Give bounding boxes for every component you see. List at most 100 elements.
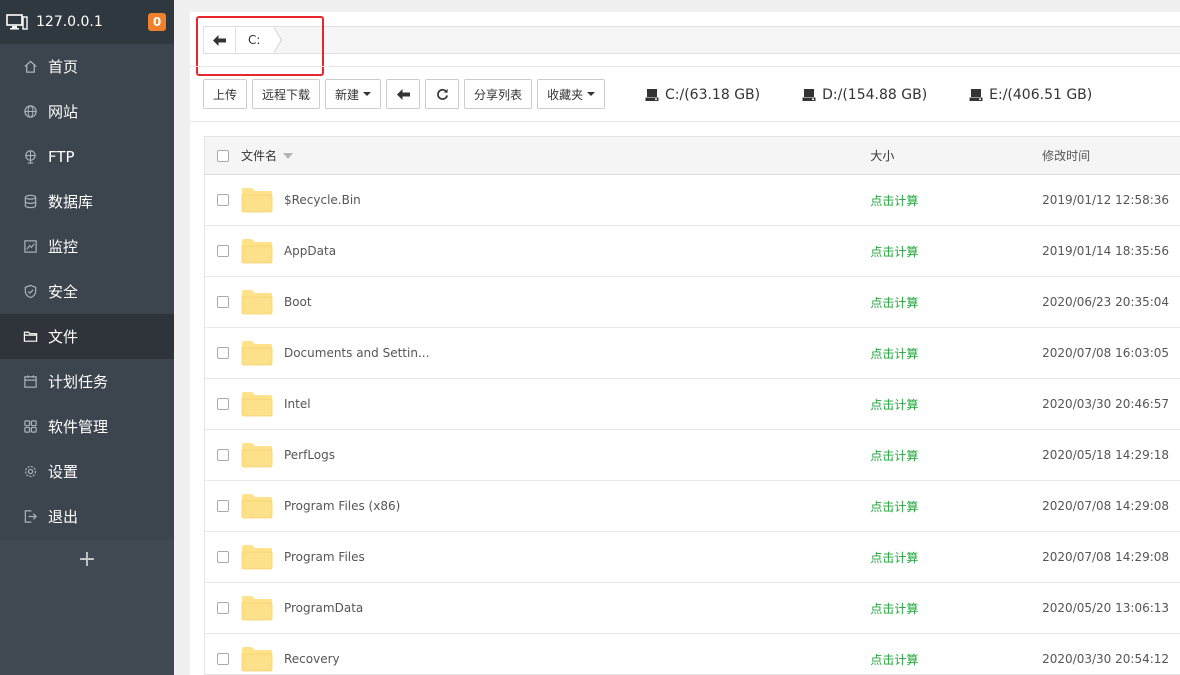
file-name-link[interactable]: Program Files (x86): [284, 499, 400, 513]
arrow-left-icon: [396, 88, 410, 100]
row-checkbox-cell: [205, 602, 241, 614]
table-row[interactable]: Boot 点击计算 2020/06/23 20:35:04: [205, 277, 1180, 328]
remote-download-button[interactable]: 远程下载: [252, 79, 321, 109]
sidebar-item-label: 计划任务: [48, 373, 109, 391]
row-checkbox[interactable]: [216, 194, 229, 206]
row-checkbox-cell: [205, 500, 241, 512]
file-table: 文件名 大小 修改时间 $Recycle.Bin 点击计算 2019/01/12 1…: [204, 136, 1180, 675]
row-checkbox[interactable]: [216, 551, 229, 563]
sidebar-item[interactable]: FTP: [0, 134, 174, 179]
calculate-size-link[interactable]: 点击计算: [870, 653, 918, 667]
calculate-size-link[interactable]: 点击计算: [870, 602, 918, 616]
disk-item[interactable]: E:/(406.51 GB): [969, 87, 1092, 103]
table-row[interactable]: Recovery 点击计算 2020/03/30 20:54:12: [205, 634, 1180, 674]
row-checkbox[interactable]: [216, 449, 229, 461]
folder-icon: [241, 341, 273, 366]
disk-label: C:/(63.18 GB): [665, 87, 761, 103]
modified-time-cell: 2020/07/08 14:29:08: [1042, 550, 1170, 564]
sidebar-item[interactable]: 退出: [0, 494, 174, 539]
row-checkbox[interactable]: [216, 602, 229, 614]
name-cell: Recovery: [241, 646, 870, 672]
row-checkbox[interactable]: [216, 500, 229, 512]
select-all-checkbox[interactable]: [216, 149, 229, 162]
table-row[interactable]: AppData 点击计算 2019/01/14 18:35:56: [205, 226, 1180, 277]
folder-icon: [241, 545, 273, 570]
table-row[interactable]: ProgramData 点击计算 2020/05/20 13:06:13: [205, 583, 1180, 634]
row-checkbox-cell: [205, 653, 241, 665]
table-row[interactable]: $Recycle.Bin 点击计算 2019/01/12 12:58:36: [205, 175, 1180, 226]
disk-item[interactable]: C:/(63.18 GB): [645, 87, 760, 103]
file-name-link[interactable]: Documents and Settin...: [284, 346, 429, 360]
sort-icon: [282, 152, 293, 159]
folder-icon: [241, 494, 273, 519]
sidebar-item[interactable]: 软件管理: [0, 404, 174, 449]
sidebar-item[interactable]: 数据库: [0, 179, 174, 224]
file-name-link[interactable]: Program Files: [284, 550, 365, 564]
sidebar-item-label: 设置: [48, 463, 79, 481]
file-name-link[interactable]: $Recycle.Bin: [284, 193, 361, 207]
file-name-link[interactable]: Recovery: [284, 652, 340, 666]
sidebar-item[interactable]: 设置: [0, 449, 174, 494]
modified-time-cell: 2020/06/23 20:35:04: [1042, 295, 1170, 309]
refresh-icon: [436, 88, 448, 100]
name-cell: Program Files: [241, 544, 870, 570]
sidebar-item[interactable]: 计划任务: [0, 359, 174, 404]
table-row[interactable]: Intel 点击计算 2020/03/30 20:46:57: [205, 379, 1180, 430]
refresh-button[interactable]: [425, 79, 460, 109]
breadcrumb: C:: [203, 26, 1180, 54]
size-cell: 点击计算: [870, 345, 1042, 362]
share-list-button[interactable]: 分享列表: [464, 79, 533, 109]
name-cell: Boot: [241, 289, 870, 315]
sidebar-item[interactable]: 首页: [0, 44, 174, 89]
sidebar-item[interactable]: 网站: [0, 89, 174, 134]
row-checkbox[interactable]: [216, 653, 229, 665]
name-cell: ProgramData: [241, 595, 870, 621]
sidebar-item[interactable]: 安全: [0, 269, 174, 314]
hard-drive-icon: [969, 89, 983, 101]
calculate-size-link[interactable]: 点击计算: [870, 398, 918, 412]
calendar-icon: [22, 374, 38, 390]
monitor-icon: [22, 239, 38, 255]
calculate-size-link[interactable]: 点击计算: [870, 551, 918, 565]
calculate-size-link[interactable]: 点击计算: [870, 500, 918, 514]
disk-item[interactable]: D:/(154.88 GB): [802, 87, 927, 103]
file-name-link[interactable]: Intel: [284, 397, 311, 411]
table-row[interactable]: Program Files 点击计算 2020/07/08 14:29:08: [205, 532, 1180, 583]
row-checkbox-cell: [205, 296, 241, 308]
calculate-size-link[interactable]: 点击计算: [870, 245, 918, 259]
sidebar-item[interactable]: 监控: [0, 224, 174, 269]
new-dropdown-button[interactable]: 新建: [325, 79, 382, 109]
modified-time-cell: 2019/01/14 18:35:56: [1042, 244, 1170, 258]
table-row[interactable]: Program Files (x86) 点击计算 2020/07/08 14:29:…: [205, 481, 1180, 532]
notification-badge[interactable]: 0: [148, 13, 166, 31]
globe-icon: [22, 104, 38, 120]
table-row[interactable]: PerfLogs 点击计算 2020/05/18 14:29:18: [205, 430, 1180, 481]
favorites-dropdown-button[interactable]: 收藏夹: [537, 79, 606, 109]
grid-icon: [22, 419, 38, 435]
row-checkbox[interactable]: [216, 245, 229, 257]
sidebar-item[interactable]: 文件: [0, 314, 174, 359]
folder-icon: [241, 647, 273, 672]
database-icon: [22, 194, 38, 210]
calculate-size-link[interactable]: 点击计算: [870, 449, 918, 463]
table-row[interactable]: Documents and Settin... 点击计算 2020/07/08 16…: [205, 328, 1180, 379]
calculate-size-link[interactable]: 点击计算: [870, 194, 918, 208]
name-column-header[interactable]: 文件名: [241, 147, 870, 164]
row-checkbox[interactable]: [216, 296, 229, 308]
row-checkbox[interactable]: [216, 398, 229, 410]
file-name-link[interactable]: ProgramData: [284, 601, 363, 615]
calculate-size-link[interactable]: 点击计算: [870, 347, 918, 361]
favorites-dropdown-label: 收藏夹: [547, 87, 584, 102]
hard-drive-icon: [802, 89, 816, 101]
calculate-size-link[interactable]: 点击计算: [870, 296, 918, 310]
folder-icon: [241, 290, 273, 315]
file-name-link[interactable]: AppData: [284, 244, 336, 258]
file-name-link[interactable]: PerfLogs: [284, 448, 335, 462]
add-icon[interactable]: +: [0, 540, 174, 580]
file-name-link[interactable]: Boot: [284, 295, 312, 309]
back-button[interactable]: [386, 79, 421, 109]
upload-button[interactable]: 上传: [203, 79, 248, 109]
row-checkbox[interactable]: [216, 347, 229, 359]
name-cell: PerfLogs: [241, 442, 870, 468]
size-cell: 点击计算: [870, 294, 1042, 311]
